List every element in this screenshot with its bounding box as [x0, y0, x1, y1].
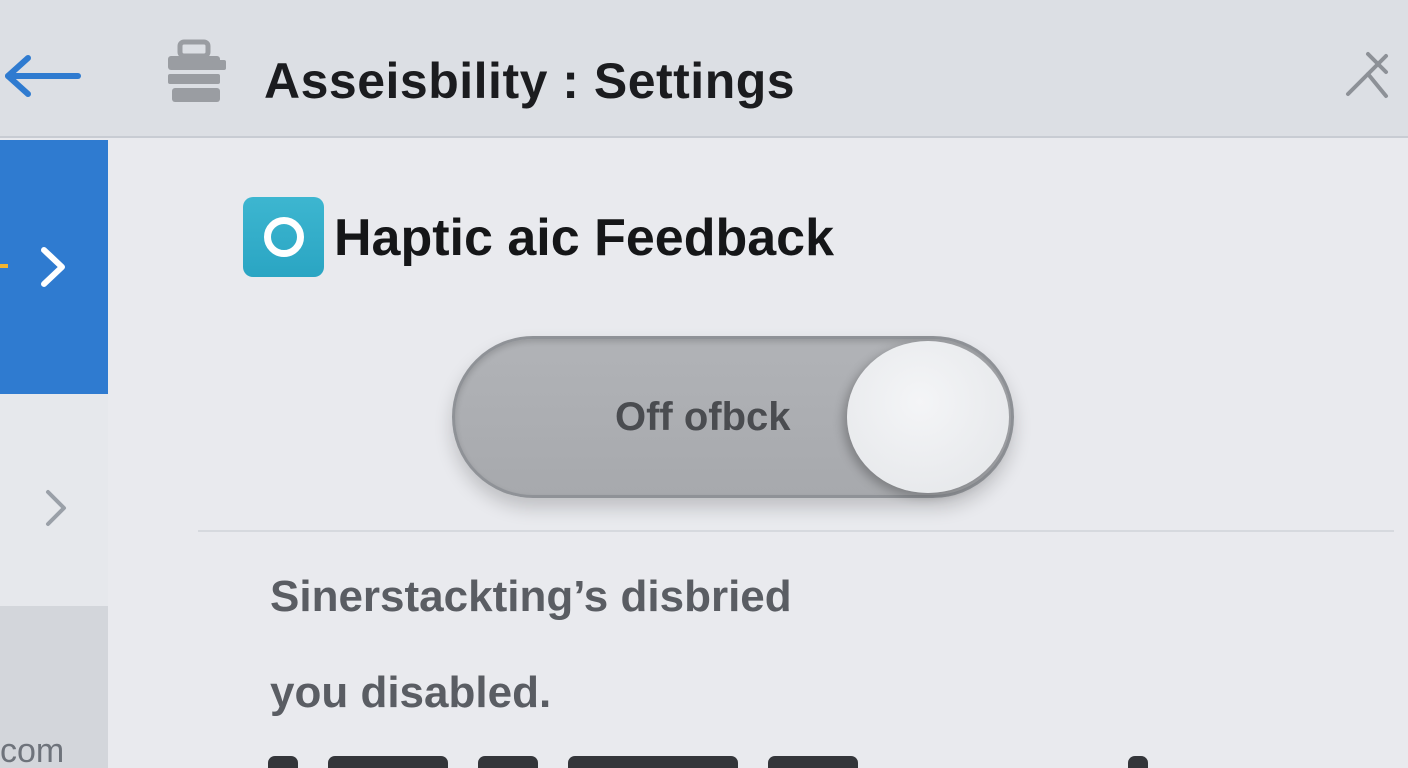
sidebar-item-active[interactable] [0, 140, 108, 394]
toggle-knob[interactable] [847, 341, 1009, 493]
haptic-feedback-toggle[interactable]: Off ofbck [452, 336, 1014, 498]
close-icon [1346, 52, 1388, 98]
close-button[interactable] [1340, 44, 1394, 102]
sidebar-bottom-panel: com [0, 606, 108, 768]
haptic-icon-ring [264, 217, 304, 257]
header-bar: Asseisbility : Settings [0, 0, 1408, 138]
arrow-left-icon [5, 55, 81, 97]
printer-icon [164, 38, 230, 108]
back-button[interactable] [0, 44, 90, 108]
sidebar-item-secondary[interactable] [0, 394, 108, 606]
description-line-2: you disabled. [270, 668, 552, 717]
divider [198, 530, 1394, 532]
page-title: Asseisbility : Settings [264, 53, 796, 109]
chevron-right-icon [40, 488, 70, 528]
toggle-label: Off ofbck [615, 395, 791, 439]
haptic-icon [243, 197, 324, 277]
sidebar-domain-text: com [0, 732, 65, 768]
sidebar-item-accent [0, 264, 8, 268]
chevron-right-icon [36, 244, 70, 290]
description-line-1: Sinerstackting’s disbried [270, 572, 792, 621]
description-line-3-cut-off [268, 756, 1168, 768]
sidebar: com [0, 140, 108, 768]
section-title: Haptic aic Feedback [334, 209, 834, 267]
